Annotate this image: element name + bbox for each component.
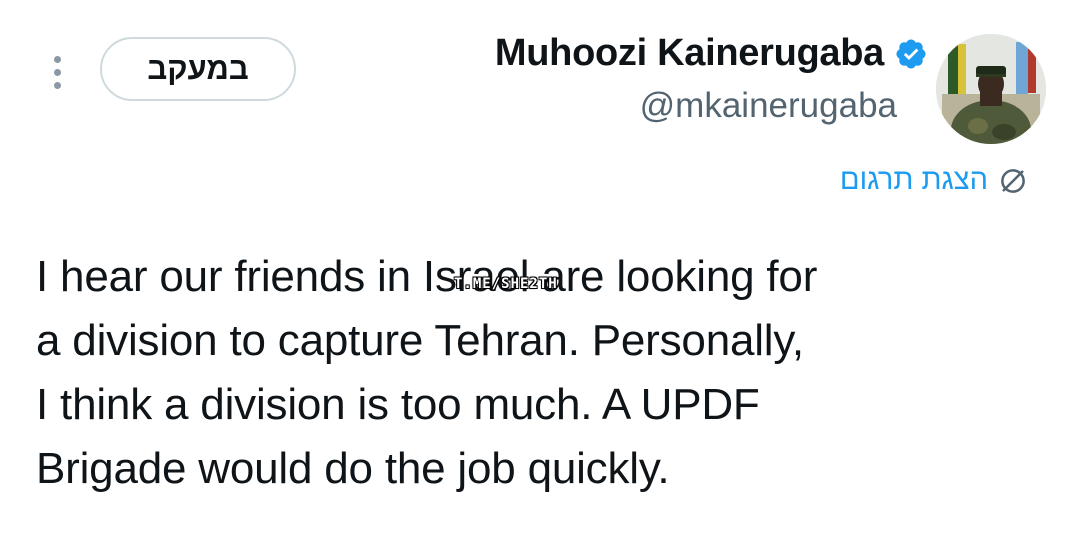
tweet-line: a division to capture Tehran. Personally… [36, 316, 804, 365]
author-name-row[interactable]: Muhoozi Kainerugaba [495, 32, 928, 75]
more-options-button[interactable] [44, 50, 70, 94]
more-dot [53, 68, 61, 76]
author-handle[interactable]: @mkainerugaba [640, 86, 897, 126]
verified-badge-icon [896, 38, 926, 69]
avatar-image [936, 34, 1046, 144]
avatar[interactable] [936, 34, 1046, 144]
globe-icon [1001, 168, 1025, 193]
more-dot [53, 81, 61, 89]
watermark: T.ME/SHE2TH [454, 276, 558, 292]
tweet-line: Brigade would do the job quickly. [36, 444, 670, 493]
more-dot [53, 55, 61, 63]
display-name[interactable]: Muhoozi Kainerugaba [495, 32, 884, 75]
show-translation-label: הצגת תרגום [839, 164, 988, 196]
following-button[interactable]: במעקב [100, 37, 296, 101]
show-translation-link[interactable]: הצגת תרגום [840, 164, 1028, 197]
tweet-line: I think a division is too much. A UPDF [36, 380, 760, 429]
